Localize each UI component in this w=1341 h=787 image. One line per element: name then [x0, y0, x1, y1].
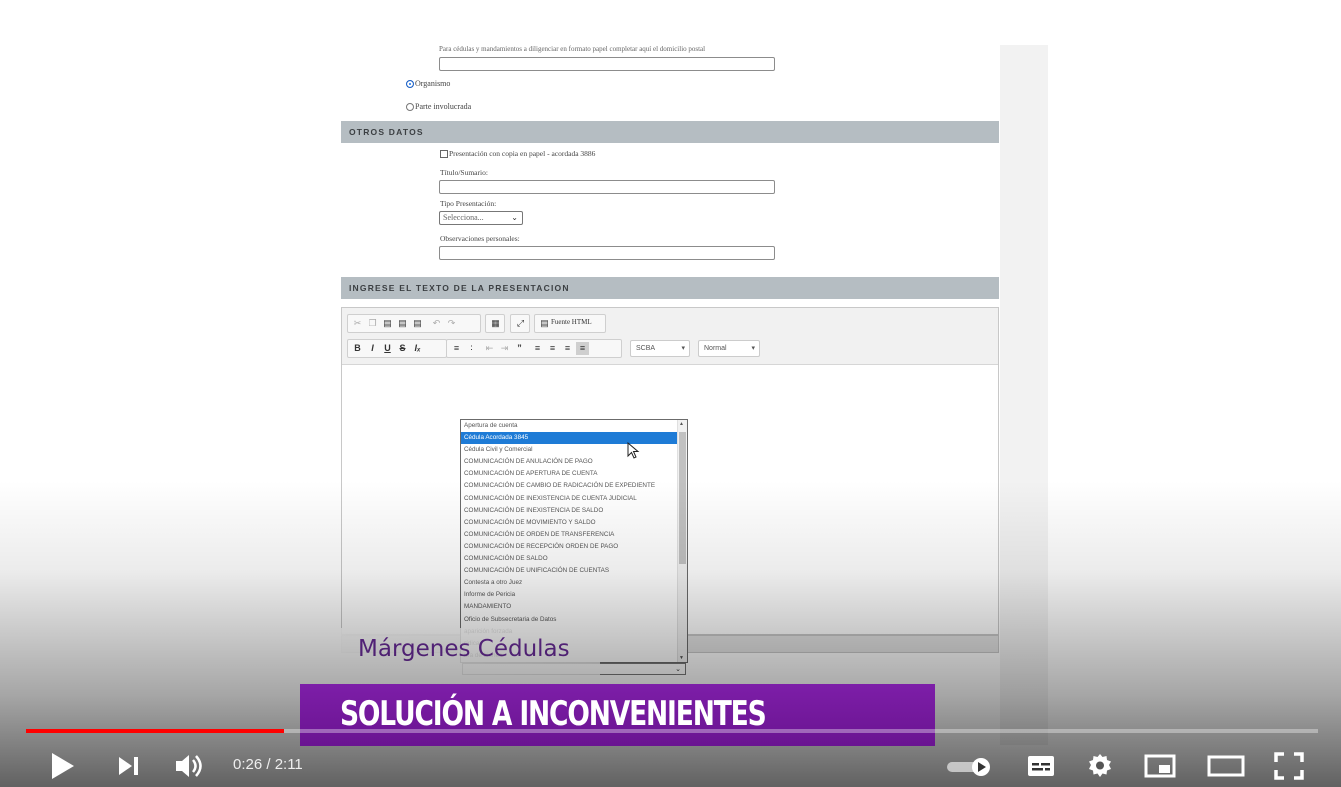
- listbox-option[interactable]: Cédula Acordada 3845: [461, 432, 687, 445]
- editor-toolbar: ✂ ❐ ▤ ▤ ▤ ↶ ↷ ▦ ⤢ ▤ Fuente HTML B I U S …: [342, 308, 998, 365]
- time-display: 0:26 / 2:11: [233, 756, 303, 773]
- radio-organismo[interactable]: [406, 80, 414, 88]
- chevron-down-icon: ⌄: [511, 213, 518, 222]
- observaciones-input[interactable]: [439, 246, 775, 260]
- radio-parte-label: Parte involucrada: [415, 102, 472, 111]
- listbox-option[interactable]: Apertura de cuenta: [461, 420, 687, 432]
- format-combo[interactable]: Normal ▾: [698, 340, 760, 357]
- chevron-down-icon: ▾: [681, 345, 685, 352]
- copy-icon[interactable]: ❐: [366, 317, 379, 330]
- table-icon[interactable]: ▦: [489, 317, 502, 330]
- remove-format-icon[interactable]: Iₓ: [411, 342, 424, 355]
- listbox-scrollbar[interactable]: ▲ ▼: [677, 420, 687, 662]
- source-icon: ▤: [540, 318, 549, 328]
- next-icon[interactable]: [118, 756, 140, 776]
- postal-address-input[interactable]: [439, 57, 775, 71]
- toolbar-group-basic-styles: B I U S Iₓ: [347, 339, 447, 358]
- volume-icon[interactable]: [174, 753, 208, 779]
- caption-text: Márgenes Cédulas: [358, 636, 570, 662]
- listbox-option[interactable]: COMUNICACIÓN DE MOVIMIENTO Y SALDO: [461, 517, 687, 529]
- tipo-presentacion-select[interactable]: Selecciona... ⌄: [439, 211, 523, 225]
- progress-bar[interactable]: [26, 729, 1318, 733]
- title-banner: SOLUCIÓN A INCONVENIENTES: [300, 684, 935, 746]
- redo-icon[interactable]: ↷: [445, 317, 458, 330]
- listbox-option[interactable]: Contesta a otro Juez: [461, 577, 687, 589]
- video-frame[interactable]: Para cédulas y mandamientos a diligencia…: [0, 0, 1341, 787]
- listbox-option[interactable]: COMUNICACIÓN DE SALDO: [461, 553, 687, 565]
- align-justify-icon[interactable]: ≡: [576, 342, 589, 355]
- undo-icon[interactable]: ↶: [430, 317, 443, 330]
- font-combo-value: SCBA: [636, 345, 656, 352]
- radio-parte-involucrada[interactable]: [406, 103, 414, 111]
- listbox-option[interactable]: COMUNICACIÓN DE ORDEN DE TRANSFERENCIA: [461, 529, 687, 541]
- outdent-icon[interactable]: ⇤: [483, 342, 496, 355]
- blockquote-icon[interactable]: ”: [513, 342, 526, 355]
- template-listbox[interactable]: Apertura de cuenta Cédula Acordada 3845 Cé…: [460, 419, 688, 663]
- listbox-option[interactable]: COMUNICACIÓN DE ANULACIÓN DE PAGO: [461, 456, 687, 468]
- indent-icon[interactable]: ⇥: [498, 342, 511, 355]
- copia-papel-checkbox[interactable]: [440, 150, 448, 158]
- listbox-option[interactable]: COMUNICACIÓN DE INEXISTENCIA DE SALDO: [461, 505, 687, 517]
- cut-icon[interactable]: ✂: [351, 317, 364, 330]
- listbox-items: Apertura de cuenta Cédula Acordada 3845 Cé…: [461, 420, 687, 662]
- align-left-icon[interactable]: ≡: [531, 342, 544, 355]
- source-button[interactable]: Fuente HTML: [551, 318, 592, 326]
- bulleted-list-icon[interactable]: ∶: [465, 342, 478, 355]
- copia-papel-label: Presentación con copia en papel - acorda…: [449, 149, 596, 158]
- chevron-down-icon: ▾: [751, 345, 755, 352]
- listbox-option[interactable]: Oficio de Subsecretaria de Datos: [461, 614, 687, 626]
- italic-icon[interactable]: I: [366, 342, 379, 355]
- progress-played: [26, 729, 285, 733]
- banner-text: SOLUCIÓN A INCONVENIENTES: [340, 694, 767, 734]
- tipo-presentacion-label: Tipo Presentación:: [440, 199, 497, 208]
- section-texto-presentacion: INGRESE EL TEXTO DE LA PRESENTACION: [341, 277, 999, 299]
- subtitles-icon[interactable]: [1026, 754, 1056, 778]
- toolbar-group-source: ▤ Fuente HTML: [534, 314, 606, 333]
- titulo-input[interactable]: [439, 180, 775, 194]
- chevron-down-icon: ⌄: [675, 665, 681, 673]
- radio-organismo-label: Organismo: [415, 79, 451, 88]
- listbox-option[interactable]: COMUNICACIÓN DE INEXISTENCIA DE CUENTA J…: [461, 493, 687, 505]
- settings-gear-icon[interactable]: [1086, 752, 1114, 780]
- strikethrough-icon[interactable]: S: [396, 342, 409, 355]
- align-right-icon[interactable]: ≡: [561, 342, 574, 355]
- toolbar-group-table: ▦: [485, 314, 505, 333]
- listbox-option[interactable]: COMUNICACIÓN DE UNIFICACIÓN DE CUENTAS: [461, 565, 687, 577]
- underline-icon[interactable]: U: [381, 342, 394, 355]
- tipo-presentacion-value: Selecciona...: [443, 213, 484, 222]
- scroll-down-icon[interactable]: ▼: [679, 655, 684, 661]
- toolbar-group-clipboard: ✂ ❐ ▤ ▤ ▤ ↶ ↷: [347, 314, 481, 333]
- observaciones-label: Observaciones personales:: [440, 234, 520, 243]
- listbox-option[interactable]: Cédula Civil y Comercial: [461, 444, 687, 456]
- align-center-icon[interactable]: ≡: [546, 342, 559, 355]
- paste-text-icon[interactable]: ▤: [396, 317, 409, 330]
- paste-word-icon[interactable]: ▤: [411, 317, 424, 330]
- section-otros-datos: OTROS DATOS: [341, 121, 999, 143]
- scroll-up-icon[interactable]: ▲: [679, 421, 684, 427]
- mouse-cursor-icon: [627, 442, 640, 459]
- autoplay-toggle-icon[interactable]: [945, 754, 995, 780]
- listbox-option[interactable]: COMUNICACIÓN DE APERTURA DE CUENTA: [461, 468, 687, 480]
- scrollbar-thumb[interactable]: [679, 432, 686, 564]
- maximize-icon[interactable]: ⤢: [514, 317, 527, 330]
- numbered-list-icon[interactable]: ≡: [450, 342, 463, 355]
- toolbar-group-maximize: ⤢: [510, 314, 530, 333]
- theater-mode-icon[interactable]: [1207, 754, 1245, 778]
- font-combo[interactable]: SCBA ▾: [630, 340, 690, 357]
- page-side-strip: [1000, 45, 1048, 745]
- paste-icon[interactable]: ▤: [381, 317, 394, 330]
- format-combo-value: Normal: [704, 345, 727, 352]
- titulo-label: Título/Sumario:: [440, 168, 488, 177]
- bold-icon[interactable]: B: [351, 342, 364, 355]
- play-icon[interactable]: [50, 752, 76, 780]
- listbox-option[interactable]: COMUNICACIÓN DE RECEPCIÓN ORDEN DE PAGO: [461, 541, 687, 553]
- listbox-option[interactable]: COMUNICACIÓN DE CAMBIO DE RADICACIÓN DE …: [461, 480, 687, 492]
- toolbar-group-paragraph: ≡ ∶ ⇤ ⇥ ” ≡ ≡ ≡ ≡: [446, 339, 622, 358]
- listbox-option[interactable]: MANDAMIENTO: [461, 601, 687, 613]
- miniplayer-icon[interactable]: [1144, 754, 1176, 778]
- postal-notice-text: Para cédulas y mandamientos a diligencia…: [439, 45, 706, 53]
- fullscreen-icon[interactable]: [1274, 752, 1304, 780]
- listbox-option[interactable]: Informe de Pericia: [461, 589, 687, 601]
